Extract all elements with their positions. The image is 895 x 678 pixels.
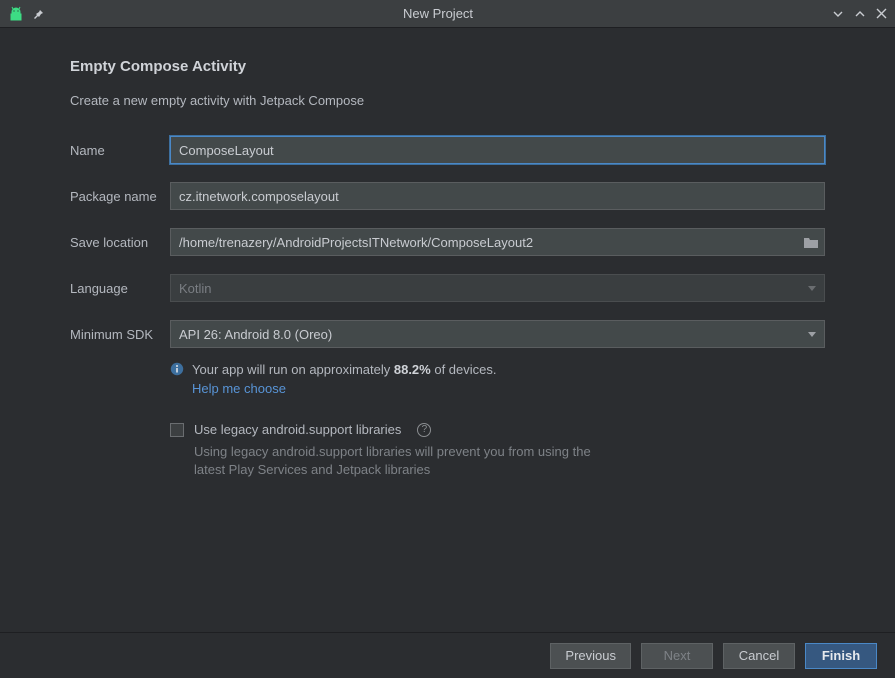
save-location-input[interactable]: [170, 228, 825, 256]
help-icon[interactable]: ?: [417, 423, 431, 437]
language-label: Language: [70, 281, 170, 296]
chevron-down-icon: [808, 286, 816, 291]
device-coverage-text: Your app will run on approximately 88.2%…: [192, 362, 497, 377]
help-me-choose-link[interactable]: Help me choose: [192, 381, 497, 396]
browse-folder-icon[interactable]: [803, 235, 819, 249]
minsdk-select[interactable]: API 26: Android 8.0 (Oreo): [170, 320, 825, 348]
legacy-support-desc: Using legacy android.support libraries w…: [194, 443, 624, 479]
legacy-support-label: Use legacy android.support libraries: [194, 422, 401, 437]
wizard-content: Empty Compose Activity Create a new empt…: [0, 28, 895, 479]
wizard-footer: Previous Next Cancel Finish: [0, 632, 895, 678]
next-button[interactable]: Next: [641, 643, 713, 669]
package-label: Package name: [70, 189, 170, 204]
cancel-button[interactable]: Cancel: [723, 643, 795, 669]
close-icon[interactable]: [876, 8, 887, 19]
language-value: Kotlin: [179, 281, 212, 296]
package-input[interactable]: [170, 182, 825, 210]
info-icon: [170, 362, 184, 379]
maximize-icon[interactable]: [854, 8, 866, 20]
finish-button[interactable]: Finish: [805, 643, 877, 669]
minsdk-label: Minimum SDK: [70, 327, 170, 342]
page-heading: Empty Compose Activity: [70, 58, 825, 75]
pin-icon[interactable]: [32, 8, 44, 20]
minimize-icon[interactable]: [832, 8, 844, 20]
window-title: New Project: [44, 6, 832, 21]
titlebar: New Project: [0, 0, 895, 28]
minsdk-value: API 26: Android 8.0 (Oreo): [179, 327, 332, 342]
language-select: Kotlin: [170, 274, 825, 302]
name-label: Name: [70, 143, 170, 158]
android-icon: [8, 6, 24, 22]
legacy-support-checkbox[interactable]: [170, 423, 184, 437]
previous-button[interactable]: Previous: [550, 643, 631, 669]
chevron-down-icon: [808, 332, 816, 337]
name-input[interactable]: [170, 136, 825, 164]
save-location-label: Save location: [70, 235, 170, 250]
page-description: Create a new empty activity with Jetpack…: [70, 93, 825, 108]
